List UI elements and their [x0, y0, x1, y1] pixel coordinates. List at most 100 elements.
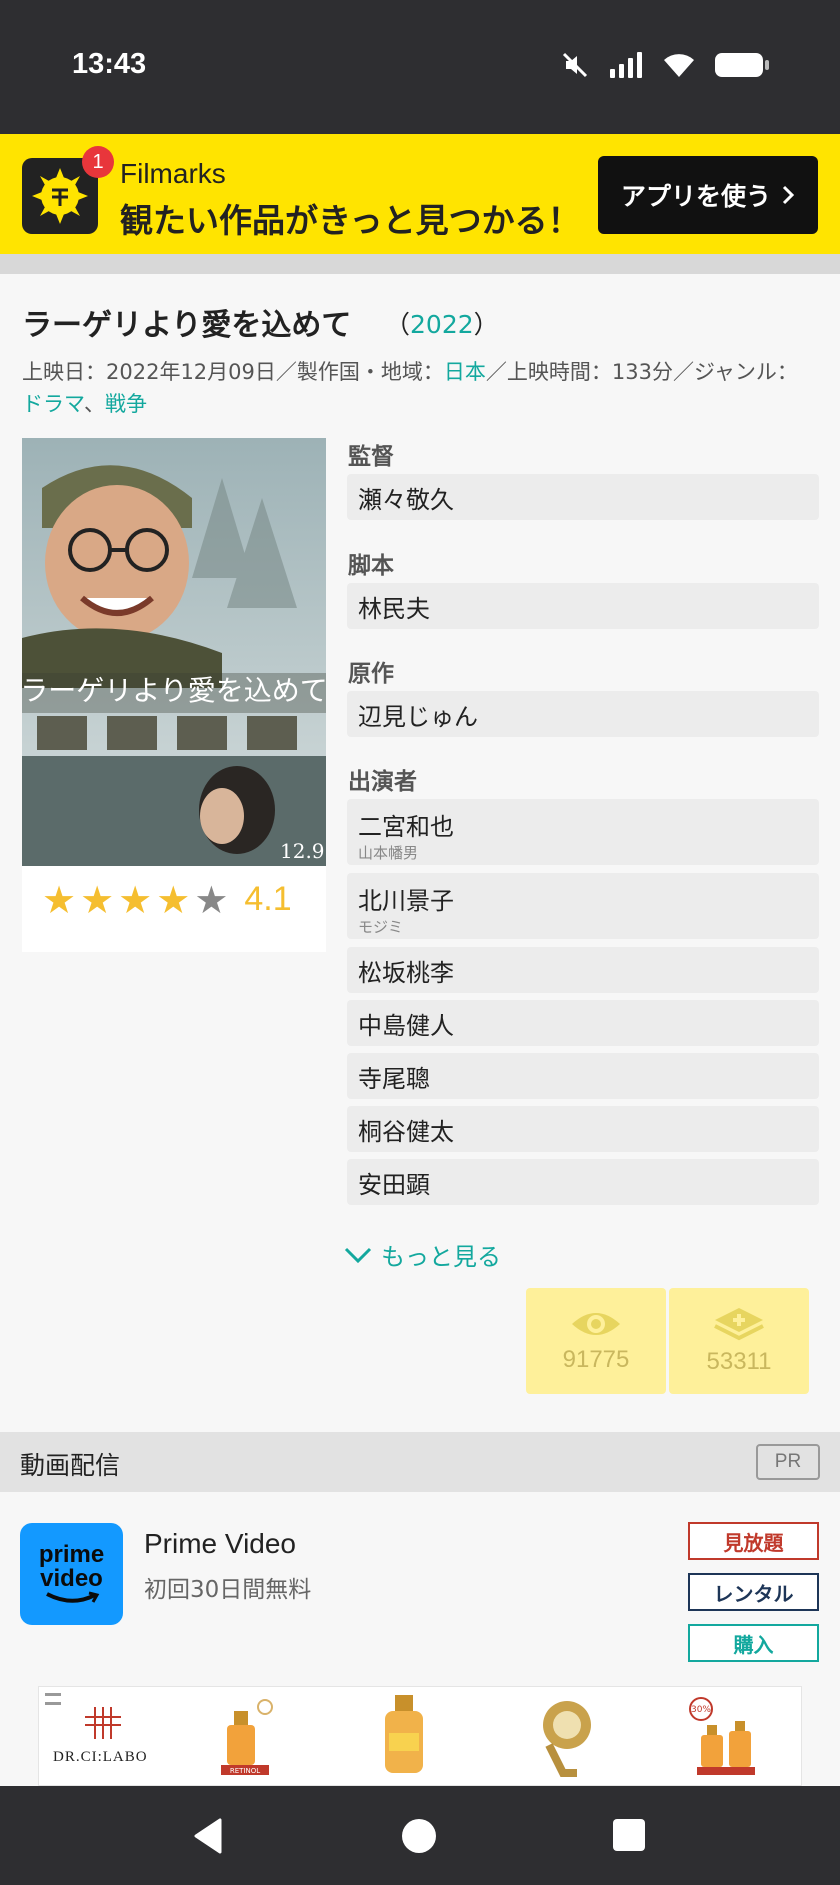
original-name: 辺見じゅん [358, 702, 478, 731]
movie-year: （2022） [385, 305, 499, 341]
cast-item[interactable]: 二宮和也 山本幡男 [347, 799, 819, 865]
serum-bottle-large-icon [385, 1695, 423, 1773]
back-icon[interactable] [190, 1816, 230, 1856]
original-item[interactable]: 辺見じゅん [347, 691, 819, 737]
star-icon: ★ [80, 877, 115, 922]
runtime-label: ／上映時間： [485, 360, 612, 384]
director-item[interactable]: 瀬々敬久 [347, 474, 819, 520]
app-name: Filmarks [120, 158, 226, 189]
star-empty-icon: ★ [194, 877, 229, 922]
rating-row: ★ ★ ★ ★ ★ 4.1 [42, 880, 292, 919]
chevron-down-icon [344, 1247, 372, 1263]
purchase-button[interactable]: 購入 [688, 1624, 819, 1662]
cast-role: モジミ [358, 918, 404, 936]
cast-name: 松坂桃李 [358, 958, 454, 987]
service-row-prime-video[interactable]: prime video Prime Video 初回30日間無料 見放題 レンタ… [0, 1492, 840, 1690]
clip-button[interactable]: 53311 [669, 1288, 809, 1394]
unlimited-button[interactable]: 見放題 [688, 1522, 819, 1560]
movie-meta: 上映日：2022年12月09日／製作国・地域：日本／上映時間：133分／ジャンル… [22, 356, 822, 420]
cast-item[interactable]: 中島健人 [347, 1000, 819, 1046]
use-app-button[interactable]: アプリを使う [598, 156, 818, 234]
logo-line2: video [40, 1565, 103, 1592]
release-label: 上映日： [22, 360, 106, 384]
genre-label: ／ジャンル： [672, 360, 798, 384]
writer-label: 脚本 [348, 553, 394, 579]
prime-video-logo: prime video [20, 1523, 123, 1625]
ad-brand: DR.CI:LABO [53, 1749, 148, 1765]
year-link[interactable]: 2022 [410, 310, 474, 339]
cast-item[interactable]: 松坂桃李 [347, 947, 819, 993]
serum-bottle-icon: RETINOL [221, 1699, 273, 1775]
watched-count: 91775 [562, 1346, 630, 1373]
eye-icon [572, 1313, 620, 1335]
serum-pair-icon: 30% [689, 1697, 755, 1775]
cast-role: 山本幡男 [358, 844, 419, 862]
director-label: 監督 [348, 444, 394, 470]
wifi-icon [664, 54, 694, 77]
cast-name: 安田顕 [358, 1170, 430, 1199]
cast-label: 出演者 [348, 769, 417, 795]
clip-count: 53311 [706, 1348, 772, 1375]
home-icon[interactable] [399, 1816, 439, 1856]
show-more-link[interactable]: もっと見る [343, 1237, 501, 1272]
signal-icon [610, 52, 642, 78]
cast-name: 寺尾聰 [358, 1064, 430, 1093]
star-icon: ★ [156, 877, 191, 922]
cast-item[interactable]: 安田顕 [347, 1159, 819, 1205]
writer-item[interactable]: 林民夫 [347, 583, 819, 629]
year-open-paren: （ [385, 310, 411, 339]
status-icons [560, 50, 770, 80]
runtime: 133分 [611, 360, 673, 384]
movie-poster[interactable]: ラーゲリより愛を込めて 12.9 [22, 438, 326, 866]
star-icon: ★ [118, 877, 153, 922]
star-icon: ★ [42, 877, 77, 922]
genre-separator: 、 [83, 392, 105, 416]
beauty-device-icon [543, 1701, 591, 1777]
movie-title: ラーゲリより愛を込めて [22, 308, 352, 343]
country-label: ／製作国・地域： [275, 360, 444, 384]
retinol-label: RETINOL [230, 1767, 260, 1775]
system-nav-bar [0, 1786, 840, 1885]
watched-button[interactable]: 91775 [526, 1288, 666, 1394]
chevron-right-icon [782, 185, 795, 205]
service-name: Prime Video [144, 1528, 297, 1559]
brand-logo-icon [85, 1707, 121, 1739]
use-app-label: アプリを使う [620, 182, 771, 211]
clip-add-icon [714, 1308, 764, 1341]
cast-name: 北川景子 [358, 887, 454, 915]
app-tagline: 観たい作品がきっと見つかる！ [120, 201, 581, 240]
pr-badge: PR [756, 1444, 820, 1480]
rental-button[interactable]: レンタル [688, 1573, 819, 1611]
genre-link-war[interactable]: 戦争 [105, 392, 147, 416]
cast-item[interactable]: 北川景子 モジミ [347, 873, 819, 939]
recents-icon[interactable] [610, 1816, 648, 1854]
director-name: 瀬々敬久 [358, 485, 454, 514]
divider-strip [0, 254, 840, 274]
year-close-paren: ） [473, 310, 499, 339]
rating-score: 4.1 [244, 880, 292, 918]
svg-text:12.9: 12.9 [280, 839, 325, 863]
mute-icon [562, 52, 588, 78]
genre-link-drama[interactable]: ドラマ [22, 392, 84, 416]
cast-item[interactable]: 桐谷健太 [347, 1106, 819, 1152]
cast-item[interactable]: 寺尾聰 [347, 1053, 819, 1099]
app-install-banner[interactable]: Filmarks 観たい作品がきっと見つかる！ アプリを使う [0, 134, 840, 254]
service-offer: 初回30日間無料 [144, 1577, 312, 1603]
ad-banner[interactable]: DR.CI:LABO RETINOL 30% [38, 1686, 802, 1786]
status-bar: 13:43 [0, 0, 840, 134]
cast-name: 二宮和也 [358, 813, 454, 841]
smile-arrow-icon [45, 1591, 99, 1603]
country-link[interactable]: 日本 [444, 360, 486, 384]
cast-name: 桐谷健太 [358, 1117, 454, 1146]
status-time: 13:43 [72, 48, 147, 80]
streaming-section-header: 動画配信 PR [0, 1432, 840, 1492]
battery-icon [715, 53, 769, 77]
section-title: 動画配信 [20, 1451, 121, 1480]
notification-badge: 1 [82, 146, 114, 178]
discount-label: 30% [691, 1705, 711, 1715]
poster-card: ラーゲリより愛を込めて 12.9 ★ ★ ★ ★ ★ 4.1 [22, 438, 326, 952]
original-label: 原作 [348, 661, 394, 687]
cast-name: 中島健人 [358, 1011, 454, 1040]
show-more-label: もっと見る [381, 1243, 501, 1271]
ad-menu-icon[interactable] [45, 1693, 61, 1705]
